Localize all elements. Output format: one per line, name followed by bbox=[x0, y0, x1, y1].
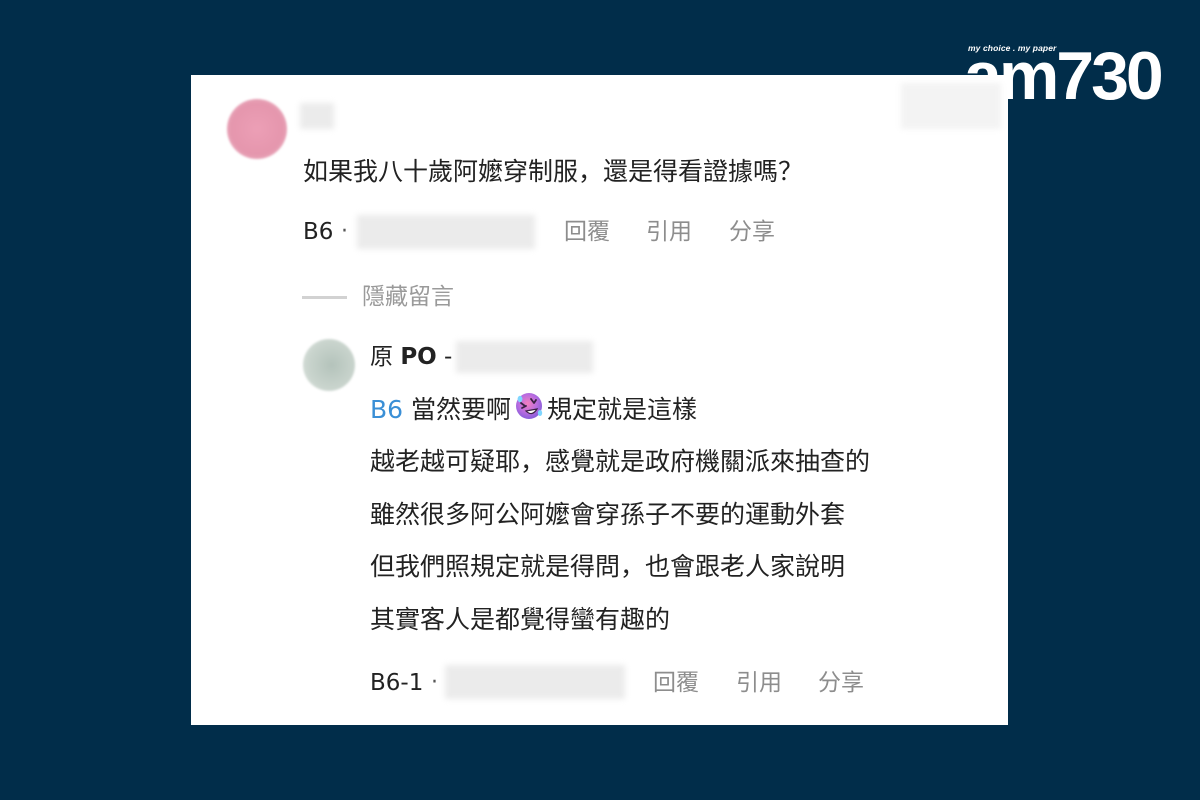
floor-reference-link[interactable]: B6 bbox=[370, 395, 403, 424]
author-separator: - bbox=[444, 344, 453, 370]
quote-button[interactable]: 引用 bbox=[736, 668, 782, 698]
reply-line: 越老越可疑耶，感覺就是政府機關派來抽查的 bbox=[370, 447, 871, 476]
reply-first-line: B6 當然要啊 規定就是這樣 bbox=[370, 391, 697, 431]
comment-text: 如果我八十歲阿嬤穿制服，還是得看證據嗎？ bbox=[303, 157, 804, 186]
reply-line: 但我們照規定就是得問，也會跟老人家說明 bbox=[370, 552, 846, 581]
share-button[interactable]: 分享 bbox=[818, 668, 864, 698]
rolling-on-floor-laughing-emoji bbox=[514, 391, 544, 431]
reply-author[interactable]: 原 PO - bbox=[370, 341, 452, 373]
author-prefix: 原 bbox=[370, 344, 393, 370]
separator-dot: · bbox=[341, 219, 348, 244]
reply-line: 雖然很多阿公阿嬤會穿孫子不要的運動外套 bbox=[370, 500, 846, 529]
blurred-reply-timestamp bbox=[456, 341, 593, 373]
quote-button[interactable]: 引用 bbox=[646, 217, 692, 247]
reply-author-avatar[interactable] bbox=[303, 339, 355, 391]
author-tag: PO bbox=[400, 344, 437, 370]
hidden-replies-divider bbox=[302, 296, 347, 299]
reply-floor-number: B6-1 bbox=[370, 670, 424, 696]
reply-button[interactable]: 回覆 bbox=[564, 217, 610, 247]
hide-comments-toggle[interactable]: 隱藏留言 bbox=[362, 281, 454, 313]
blurred-corner-area bbox=[901, 83, 1001, 129]
share-button[interactable]: 分享 bbox=[729, 217, 775, 247]
blurred-username bbox=[300, 103, 334, 129]
separator-dot: · bbox=[431, 670, 438, 695]
comment-floor-number: B6 bbox=[303, 219, 334, 245]
reply-line: 其實客人是都覺得蠻有趣的 bbox=[370, 605, 671, 634]
blurred-timestamp bbox=[357, 215, 535, 249]
commenter-avatar[interactable] bbox=[227, 99, 287, 159]
blurred-reply-date bbox=[445, 665, 625, 699]
reply-button[interactable]: 回覆 bbox=[653, 668, 699, 698]
reply-line-text: 當然要啊 bbox=[411, 395, 512, 424]
comment-card: 如果我八十歲阿嬤穿制服，還是得看證據嗎？ B6 · 回覆 引用 分享 隱藏留言 … bbox=[191, 75, 1008, 725]
reply-line-text: 規定就是這樣 bbox=[547, 395, 698, 424]
